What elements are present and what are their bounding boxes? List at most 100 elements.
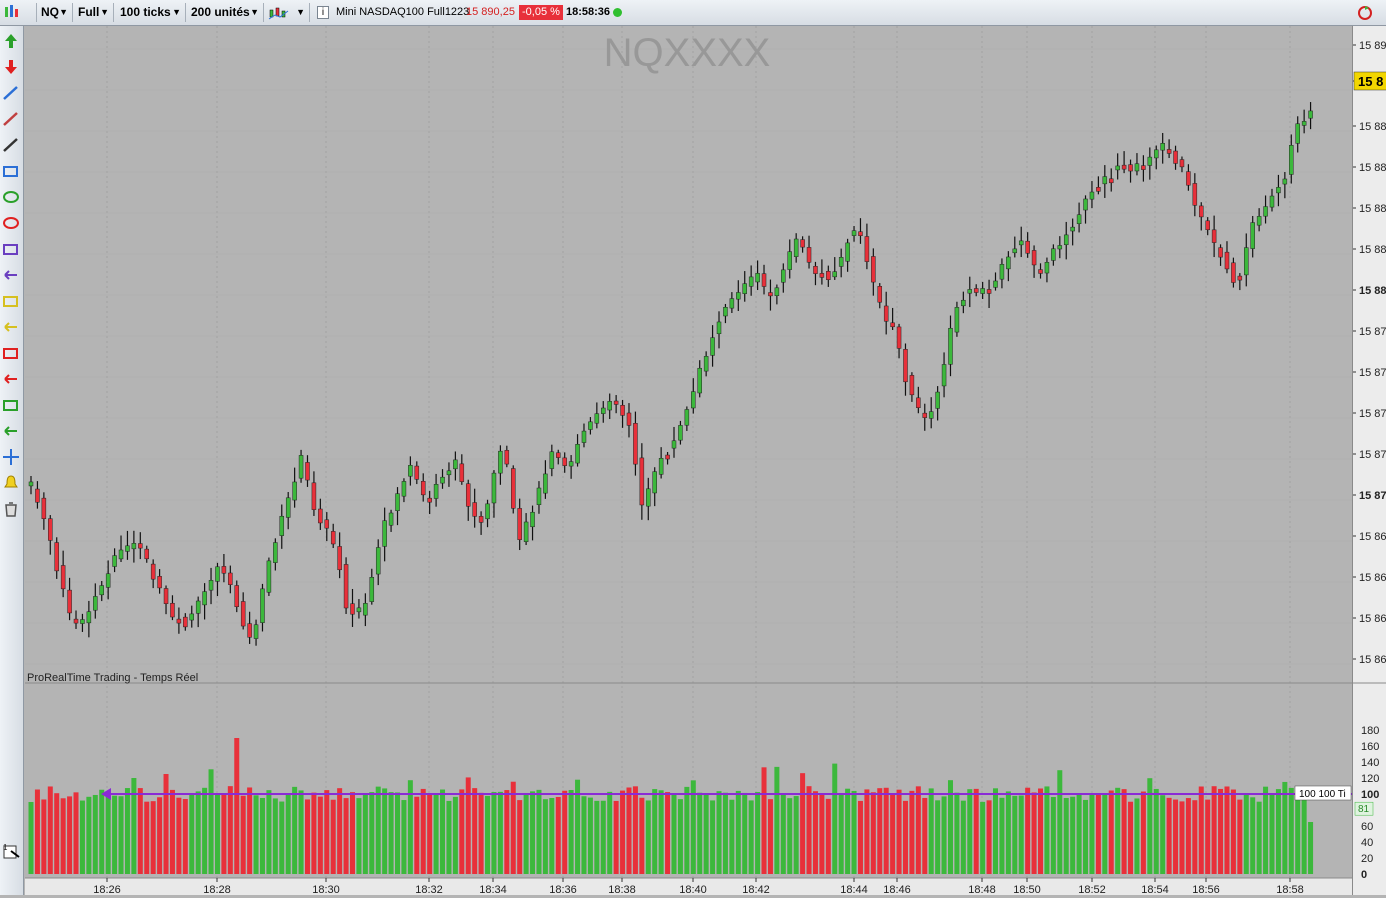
chart-area[interactable]: NQXXXX ProRealTime Trading - Temps Réel … [25,26,1352,895]
volume-bar [452,796,458,874]
buy-arrow-icon[interactable] [2,32,20,50]
price-tick-label: 15 87 [1359,326,1386,338]
candle [543,460,548,499]
arrow-left-green-icon[interactable] [2,422,20,440]
chart-style-dropdown[interactable]: ▼ [266,3,310,22]
symbol-dropdown[interactable]: NQ ▼ [36,3,73,22]
footer-label: ProRealTime Trading - Temps Réel [27,672,198,684]
candle [215,562,220,597]
ellipse-red-icon[interactable] [2,214,20,232]
refresh-icon[interactable] [1356,4,1374,22]
volume-bar [1050,796,1056,874]
rectangle-red-icon[interactable] [2,344,20,362]
rectangle-order-icon[interactable] [2,240,20,258]
interval-dropdown[interactable]: 100 ticks ▼ [116,3,186,22]
time-tick-label: 18:30 [312,884,340,895]
volume-bar [973,788,979,874]
fibonacci-icon[interactable] [2,84,20,102]
volume-bar [28,802,34,874]
info-icon[interactable]: i [317,6,329,19]
candle [1224,241,1230,274]
volume-bar [838,793,844,874]
arrow-left-yellow-icon[interactable] [2,318,20,336]
candle [504,445,510,468]
candle [1044,257,1050,283]
candle [1076,202,1082,233]
volume-bar [735,790,741,874]
volume-bar [1025,787,1031,874]
candle [755,260,760,291]
candle [575,434,580,467]
candle [594,402,600,429]
volume-bar [909,790,915,874]
volume-bar [530,791,536,874]
view-mode-dropdown[interactable]: Full ▼ [74,3,114,22]
price-tick-label: 15 88 [1359,285,1386,297]
volume-bar [1301,798,1307,874]
candle [48,515,53,555]
volume-bar [169,789,175,874]
arrow-left-red-icon[interactable] [2,370,20,388]
candle [633,411,638,476]
alert-bell-icon[interactable] [2,474,20,492]
candle [228,565,233,594]
rectangle-yellow-icon[interactable] [2,292,20,310]
candle [260,583,265,632]
ruler-icon[interactable] [2,110,20,128]
ellipse-green-icon[interactable] [2,188,20,206]
volume-bar [324,790,330,874]
chevron-down-icon: ▼ [296,7,305,17]
units-dropdown[interactable]: 200 unités ▼ [187,3,264,22]
move-icon[interactable] [2,448,20,466]
volume-bar [1173,799,1179,874]
volume-bar [356,798,362,874]
candle [350,588,355,627]
volume-bar [542,799,548,874]
volume-bar [227,786,233,874]
trash-icon[interactable] [2,500,20,518]
sell-arrow-icon[interactable] [2,58,20,76]
volume-tick-label: 40 [1361,837,1373,849]
candle [41,492,47,530]
order-status-icon[interactable]: 1 [2,842,22,860]
candle [491,470,497,518]
candle [1057,236,1063,259]
app-logo-icon[interactable] [3,3,19,22]
price-tick-label: 15 87 [1359,490,1386,502]
arrow-left-purple-icon[interactable] [2,266,20,284]
candle [1263,195,1268,224]
volume-bar [594,800,600,874]
candle [414,461,420,485]
candle [112,548,117,573]
candle [202,583,207,620]
candle [298,449,304,483]
volume-bar [832,763,838,874]
candle [498,445,503,485]
volume-bar [73,792,79,874]
volume-bar [517,800,523,874]
volume-bar [780,793,786,874]
candle [472,488,477,528]
candle [639,443,645,520]
candle [176,607,182,634]
trendline-icon[interactable] [2,136,20,154]
candle [684,406,690,431]
candle [247,611,252,644]
volume-tick-label: 100 [1361,789,1379,801]
volume-bar [157,797,163,874]
candle [453,451,458,481]
candle [388,509,394,532]
rectangle-green-icon[interactable] [2,396,20,414]
volume-bar [343,798,349,874]
volume-bar [311,792,317,874]
volume-bar [131,778,137,874]
volume-bar [658,790,664,874]
volume-bar [298,790,304,874]
rectangle-icon[interactable] [2,162,20,180]
volume-bar [99,789,105,874]
candle [433,473,439,507]
volume-bar [922,797,928,874]
candle [318,498,323,530]
volume-bar [812,791,818,874]
volume-bar [742,792,748,874]
